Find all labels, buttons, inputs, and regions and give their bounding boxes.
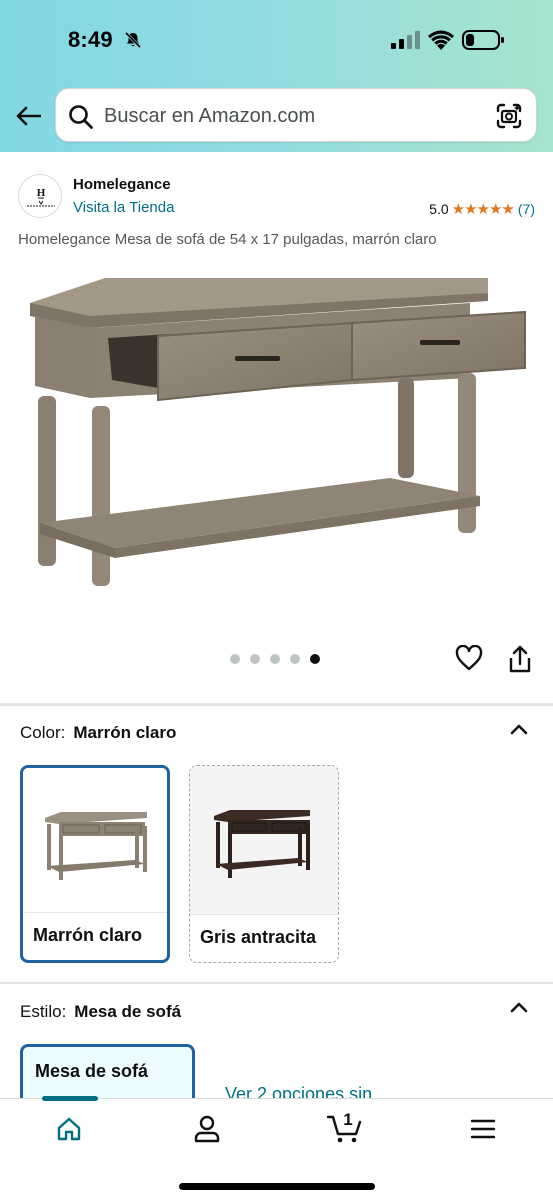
carousel-dot[interactable] bbox=[250, 654, 260, 664]
visit-store-link[interactable]: Visita la Tienda bbox=[73, 199, 174, 216]
seller-name[interactable]: Homelegance bbox=[73, 176, 171, 193]
status-time: 8:49 bbox=[68, 27, 113, 52]
bell-muted-icon bbox=[124, 31, 142, 49]
star-rating-icon: ★★★★★ bbox=[451, 201, 515, 218]
color-selected-value: Marrón claro bbox=[73, 723, 177, 742]
chevron-up-icon[interactable] bbox=[509, 722, 529, 736]
battery-icon bbox=[462, 30, 504, 50]
search-input[interactable]: Buscar en Amazon.com bbox=[55, 88, 537, 142]
carousel-dot-active[interactable] bbox=[310, 654, 320, 664]
color-label: Color: bbox=[20, 723, 66, 742]
color-section-header[interactable]: Color: Marrón claro bbox=[20, 723, 176, 743]
home-indicator bbox=[179, 1183, 375, 1190]
back-button[interactable] bbox=[12, 100, 44, 132]
rating-value: 5.0 bbox=[429, 201, 449, 217]
swatch-image bbox=[23, 768, 167, 916]
swatch-label: Marrón claro bbox=[23, 912, 167, 960]
carousel-dot[interactable] bbox=[290, 654, 300, 664]
swatch-image bbox=[190, 766, 338, 914]
image-carousel-dots[interactable] bbox=[230, 654, 320, 664]
search-bar-row: Buscar en Amazon.com bbox=[0, 86, 553, 146]
camera-lens-icon[interactable] bbox=[495, 102, 523, 130]
rating-count[interactable]: (7) bbox=[518, 201, 535, 217]
wifi-icon bbox=[428, 30, 454, 50]
nav-account[interactable] bbox=[177, 1099, 237, 1159]
style-section-header[interactable]: Estilo: Mesa de sofá bbox=[20, 1002, 181, 1022]
svg-text:H: H bbox=[37, 187, 46, 199]
section-divider bbox=[0, 703, 553, 706]
cart-count-badge: 1 bbox=[343, 1110, 353, 1129]
chevron-up-icon[interactable] bbox=[509, 1000, 529, 1014]
search-icon bbox=[69, 105, 93, 129]
search-placeholder: Buscar en Amazon.com bbox=[104, 105, 316, 127]
style-label: Estilo: bbox=[20, 1002, 67, 1021]
style-selected-value: Mesa de sofá bbox=[74, 1002, 182, 1021]
product-title: Homelegance Mesa de sofá de 54 x 17 pulg… bbox=[18, 231, 437, 248]
seller-info: H Homelegance Visita la Tienda 5.0 ★★★★★… bbox=[18, 172, 538, 224]
style-option-label: Mesa de sofá bbox=[35, 1061, 149, 1081]
nav-home[interactable] bbox=[39, 1099, 99, 1159]
color-option-gris-antracita[interactable]: Gris antracita bbox=[189, 765, 339, 963]
color-option-marron-claro[interactable]: Marrón claro bbox=[20, 765, 170, 963]
share-icon[interactable] bbox=[507, 644, 533, 674]
product-image[interactable] bbox=[20, 268, 535, 598]
homelegance-logo-icon: H bbox=[27, 187, 55, 207]
home-icon bbox=[57, 1117, 81, 1141]
swatch-label: Gris antracita bbox=[190, 914, 338, 962]
section-divider bbox=[0, 982, 553, 984]
status-bar: 8:49 bbox=[0, 0, 553, 80]
nav-menu[interactable] bbox=[453, 1099, 513, 1159]
seller-logo[interactable]: H bbox=[18, 174, 62, 218]
rating[interactable]: 5.0 ★★★★★ (7) bbox=[429, 200, 535, 218]
person-icon bbox=[194, 1115, 220, 1143]
signal-icon bbox=[391, 31, 420, 49]
hamburger-menu-icon bbox=[470, 1119, 496, 1139]
carousel-dot[interactable] bbox=[230, 654, 240, 664]
back-arrow-icon bbox=[16, 106, 41, 126]
heart-icon[interactable] bbox=[455, 645, 483, 671]
carousel-dot[interactable] bbox=[270, 654, 280, 664]
